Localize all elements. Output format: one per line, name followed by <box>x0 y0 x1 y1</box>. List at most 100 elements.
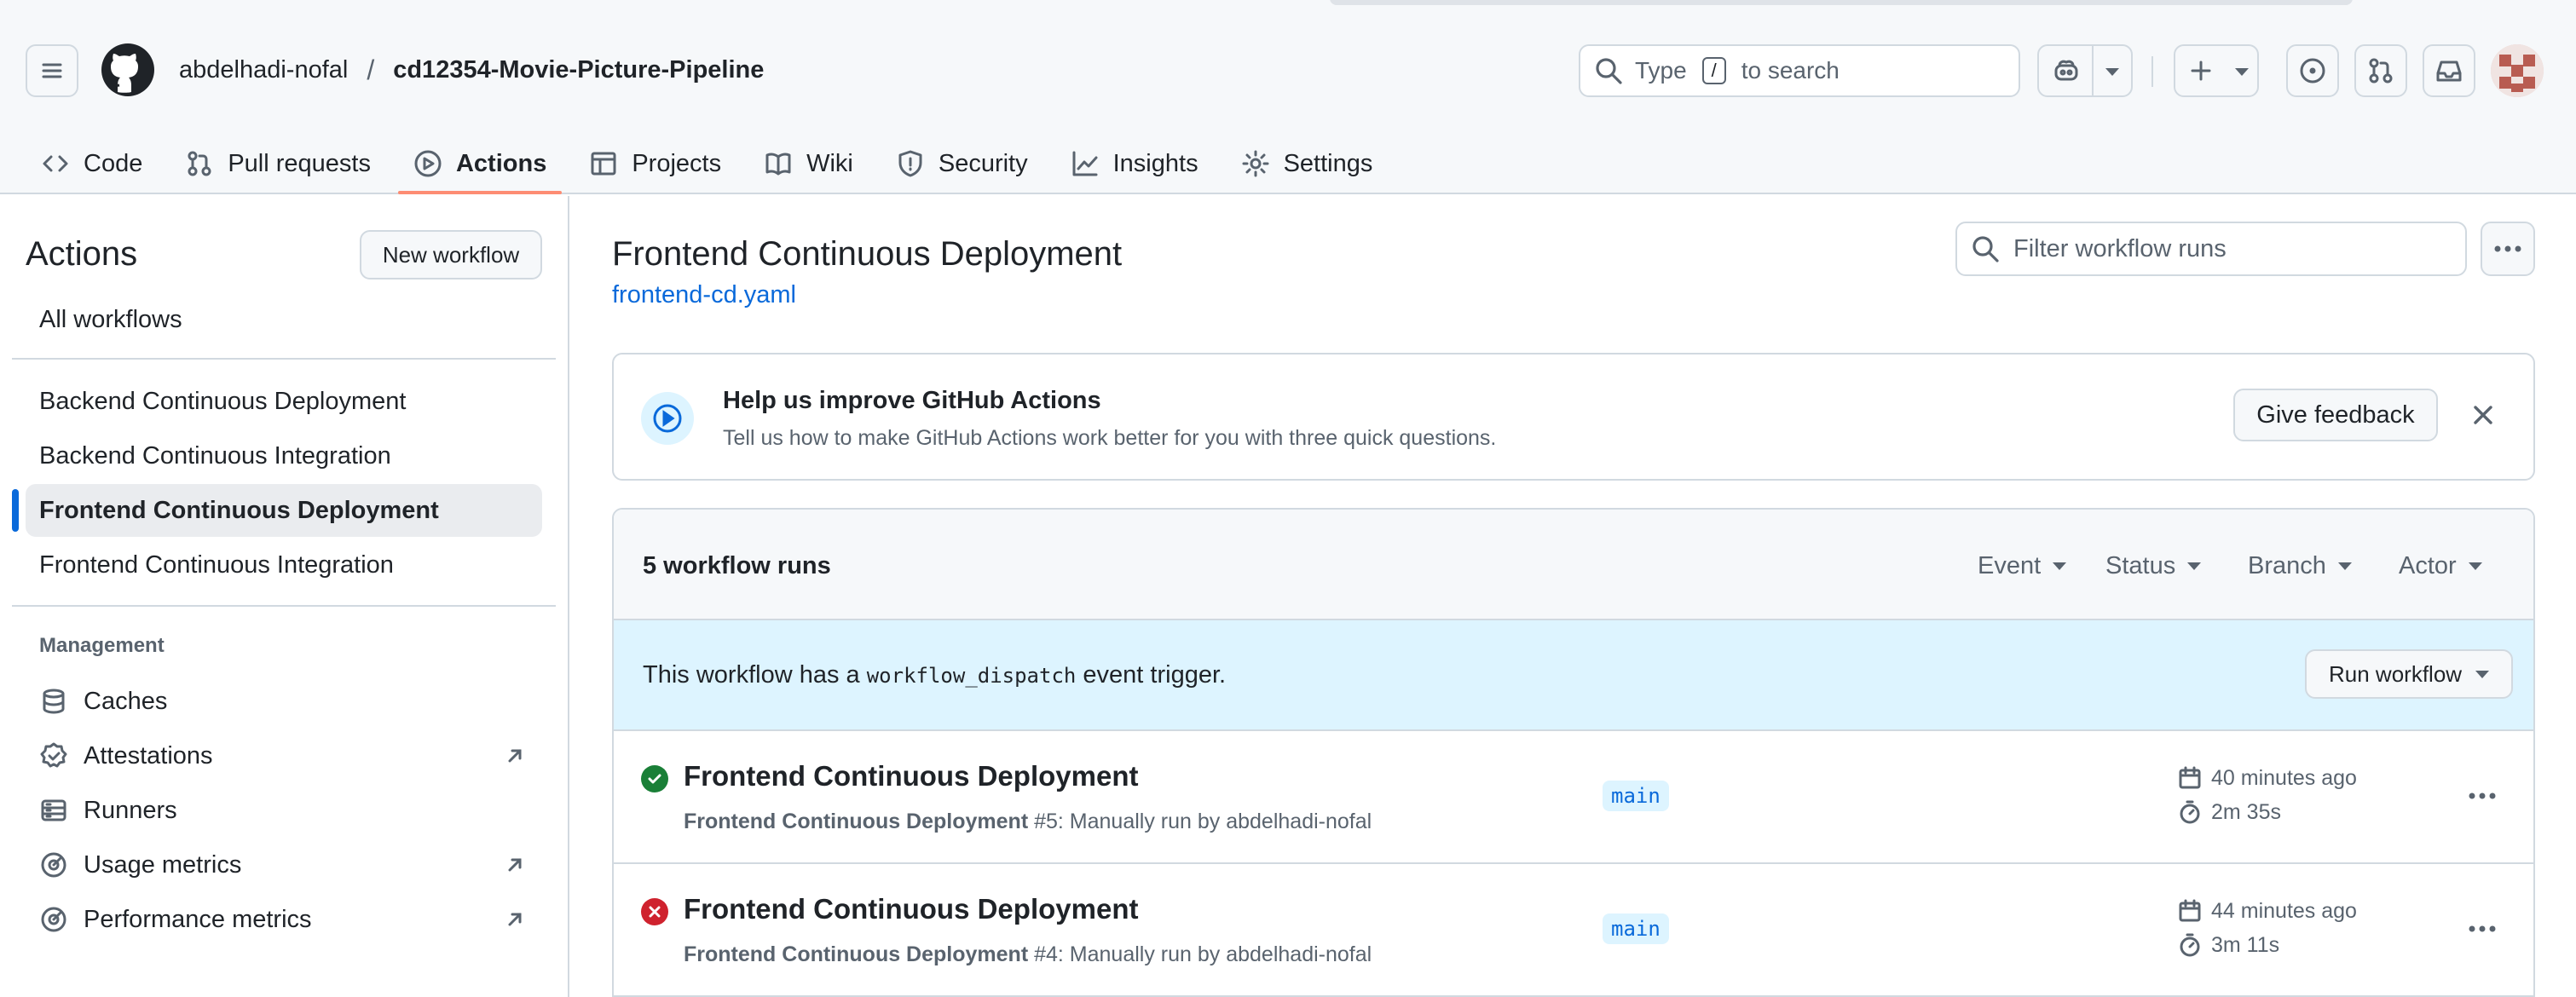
runs-header: 5 workflow runs Event Status Branch Acto… <box>614 510 2533 620</box>
sidebar-item-label: Usage metrics <box>84 850 242 879</box>
play-icon <box>414 150 442 177</box>
sidebar-item-attestations[interactable]: Attestations <box>26 729 542 782</box>
dispatch-text: This workflow has a workflow_dispatch ev… <box>643 661 1226 689</box>
create-new-button[interactable] <box>2174 44 2259 97</box>
tab-actions[interactable]: Actions <box>397 133 563 194</box>
user-avatar[interactable] <box>2491 44 2544 97</box>
inbox-button[interactable] <box>2423 44 2475 97</box>
breadcrumb-separator: / <box>367 55 375 85</box>
graph-icon <box>1072 151 1098 176</box>
run-title-link[interactable]: Frontend Continuous Deployment <box>684 893 1138 925</box>
stopwatch-icon <box>2180 800 2200 824</box>
sidebar-title: Actions <box>26 235 138 273</box>
sidebar-item-runners[interactable]: Runners <box>26 784 542 837</box>
sidebar-divider <box>12 358 556 360</box>
plus-icon <box>2191 61 2211 81</box>
failure-icon <box>641 898 668 925</box>
run-time-text: 40 minutes ago <box>2211 765 2357 790</box>
sidebar-item-label: Caches <box>84 687 168 715</box>
server-icon <box>41 799 66 821</box>
branch-filter-dropdown[interactable]: Branch <box>2248 552 2352 580</box>
sidebar-item-workflow[interactable]: Backend Continuous Deployment <box>26 375 542 428</box>
sidebar-item-label: Attestations <box>84 741 213 769</box>
tab-insights[interactable]: Insights <box>1055 133 1214 194</box>
sidebar-divider <box>12 605 556 607</box>
header-divider <box>2151 56 2153 87</box>
branch-label[interactable]: main <box>1603 781 1669 811</box>
tab-projects[interactable]: Projects <box>574 133 736 194</box>
run-meta-detail: #4: Manually run by abdelhadi-nofal <box>1034 942 1372 966</box>
filter-workflow-runs-input[interactable]: Filter workflow runs <box>1955 222 2467 276</box>
workflow-run-row[interactable]: Frontend Continuous Deployment Frontend … <box>614 731 2533 864</box>
search-shortcut-key: / <box>1701 57 1726 84</box>
avatar-identicon <box>2491 44 2544 97</box>
kebab-horizontal-icon[interactable] <box>2465 919 2499 939</box>
sidebar-item-all-workflows[interactable]: All workflows <box>26 293 542 346</box>
search-icon <box>1972 236 1999 262</box>
chevron-down-icon <box>2475 670 2490 678</box>
run-workflow-button[interactable]: Run workflow <box>2305 649 2514 699</box>
chevron-down-icon <box>2053 562 2067 570</box>
actor-filter-dropdown[interactable]: Actor <box>2399 552 2482 580</box>
copilot-button[interactable] <box>2037 44 2133 97</box>
chevron-down-icon <box>2187 562 2202 570</box>
sidebar-item-usage-metrics[interactable]: Usage metrics <box>26 839 542 891</box>
github-logo-icon[interactable] <box>101 43 155 97</box>
gear-icon <box>1242 150 1269 177</box>
external-link-icon <box>508 749 522 763</box>
pull-request-icon <box>188 151 211 176</box>
verified-icon <box>40 742 67 768</box>
kebab-horizontal-icon[interactable] <box>2465 786 2499 806</box>
run-meta: Frontend Continuous Deployment #4: Manua… <box>684 942 1372 967</box>
inbox-icon <box>2436 61 2462 82</box>
repo-name-link[interactable]: cd12354-Movie-Picture-Pipeline <box>393 56 764 84</box>
management-heading: Management <box>39 634 165 657</box>
filter-label: Branch <box>2248 552 2326 579</box>
run-timestamp: 40 minutes ago <box>2177 765 2357 791</box>
workflow-file-link[interactable]: frontend-cd.yaml <box>612 281 796 309</box>
pull-requests-button[interactable] <box>2354 44 2407 97</box>
chevron-down-icon <box>2468 562 2482 570</box>
event-filter-dropdown[interactable]: Event <box>1978 552 2067 580</box>
sidebar-item-label: Performance metrics <box>84 905 312 933</box>
give-feedback-button[interactable]: Give feedback <box>2233 389 2438 441</box>
sidebar-item-performance-metrics[interactable]: Performance metrics <box>26 893 542 946</box>
run-title-link[interactable]: Frontend Continuous Deployment <box>684 760 1138 792</box>
branch-label[interactable]: main <box>1603 913 1669 944</box>
search-icon <box>1596 58 1622 84</box>
tab-label: Security <box>938 149 1028 177</box>
tab-pull-requests[interactable]: Pull requests <box>170 133 386 194</box>
sidebar-item-workflow[interactable]: Backend Continuous Integration <box>26 429 542 482</box>
tab-label: Actions <box>455 149 547 177</box>
run-duration-text: 3m 11s <box>2211 932 2280 957</box>
selected-indicator <box>12 489 19 532</box>
menu-button[interactable] <box>26 44 78 97</box>
repo-owner-link[interactable]: abdelhadi-nofal <box>179 56 348 84</box>
status-filter-dropdown[interactable]: Status <box>2105 552 2202 580</box>
run-timestamp: 44 minutes ago <box>2177 898 2357 924</box>
tab-wiki[interactable]: Wiki <box>748 133 869 194</box>
issues-button[interactable] <box>2286 44 2339 97</box>
tab-label: Insights <box>1112 149 1198 177</box>
database-icon <box>43 689 65 714</box>
new-workflow-button[interactable]: New workflow <box>360 230 542 280</box>
close-icon[interactable] <box>2470 402 2496 428</box>
workflow-options-button[interactable] <box>2481 222 2535 276</box>
tab-code[interactable]: Code <box>26 133 158 194</box>
tab-security[interactable]: Security <box>881 133 1043 194</box>
sidebar-item-workflow[interactable]: Frontend Continuous Integration <box>26 539 542 591</box>
run-time-text: 44 minutes ago <box>2211 898 2357 923</box>
sidebar-item-workflow-selected[interactable]: Frontend Continuous Deployment <box>26 484 542 537</box>
run-duration: 2m 35s <box>2177 799 2281 825</box>
global-search[interactable]: Type / to search <box>1579 44 2020 97</box>
meter-icon <box>41 852 66 878</box>
feedback-title: Help us improve GitHub Actions <box>723 387 1101 414</box>
sidebar-item-caches[interactable]: Caches <box>26 675 542 728</box>
tab-settings[interactable]: Settings <box>1226 133 1389 194</box>
run-meta-workflow: Frontend Continuous Deployment <box>684 942 1029 966</box>
workflow-run-row[interactable]: Frontend Continuous Deployment Frontend … <box>614 864 2533 997</box>
browser-strip <box>0 0 2576 17</box>
run-duration-text: 2m 35s <box>2211 799 2281 824</box>
issue-icon <box>2300 58 2325 84</box>
calendar-icon <box>2179 766 2201 789</box>
